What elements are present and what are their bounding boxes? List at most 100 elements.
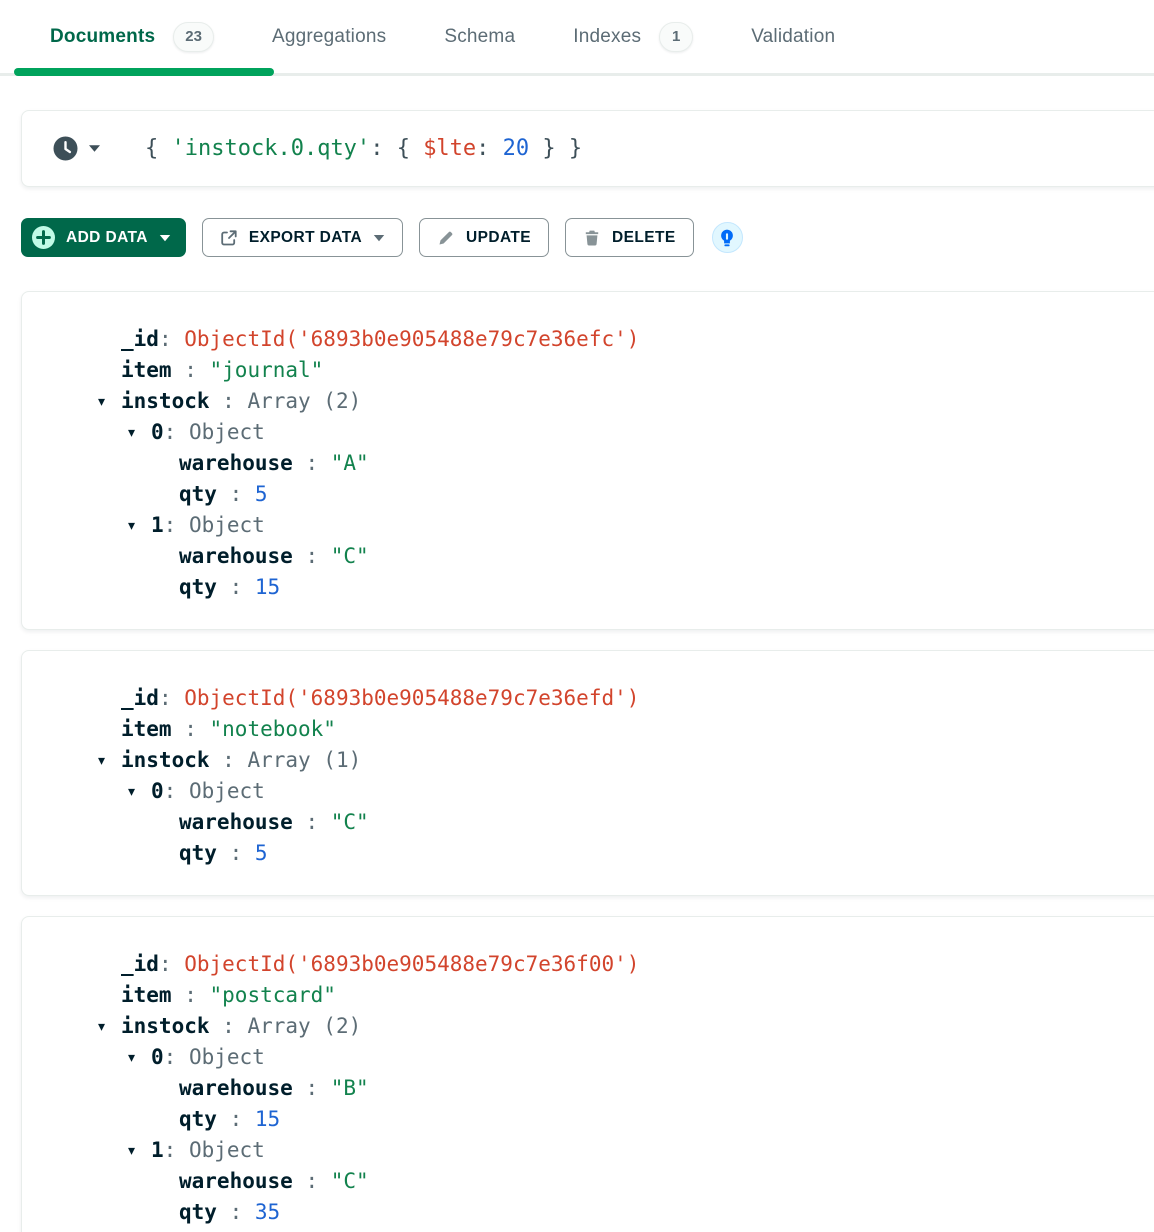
field-separator: :	[159, 686, 184, 710]
field-key: _id	[121, 686, 159, 710]
document-field-row: qty : 5	[22, 479, 1154, 510]
field-value-string: "C"	[331, 544, 369, 568]
documents-list: _id: ObjectId('6893b0e905488e79c7e36efc'…	[0, 291, 1154, 1232]
field-key: warehouse	[179, 1169, 293, 1193]
query-filter-input[interactable]: { 'instock.0.qty': { $lte: 20 } }	[145, 136, 582, 161]
export-data-button[interactable]: EXPORT DATA	[202, 218, 403, 257]
collapse-caret-icon[interactable]: ▾	[128, 510, 151, 541]
documents-toolbar: ADD DATA EXPORT DATA UPDATE	[21, 218, 1154, 257]
field-value-meta: Object	[189, 1045, 265, 1069]
tab-documents[interactable]: Documents 23	[50, 22, 214, 52]
collapse-caret-icon[interactable]: ▾	[128, 776, 151, 807]
tab-indexes[interactable]: Indexes 1	[573, 22, 693, 52]
document-field-row: warehouse : "C"	[22, 807, 1154, 838]
field-value-objectid: ObjectId('6893b0e905488e79c7e36f00')	[184, 952, 639, 976]
field-key: instock	[121, 748, 210, 772]
document-card[interactable]: _id: ObjectId('6893b0e905488e79c7e36efd'…	[21, 650, 1154, 896]
field-value-meta: Object	[189, 513, 265, 537]
field-separator: :	[172, 358, 210, 382]
document-field-row: _id: ObjectId('6893b0e905488e79c7e36efc'…	[22, 324, 1154, 355]
field-value-string: "A"	[331, 451, 369, 475]
add-data-button[interactable]: ADD DATA	[21, 218, 186, 257]
update-label: UPDATE	[466, 229, 531, 247]
document-field-row: _id: ObjectId('6893b0e905488e79c7e36f00'…	[22, 949, 1154, 980]
collapse-caret-icon[interactable]: ▾	[128, 1042, 151, 1073]
plus-circle-icon	[32, 226, 55, 249]
field-key: warehouse	[179, 1076, 293, 1100]
document-field-row: qty : 15	[22, 1104, 1154, 1135]
query-token-field: 'instock.0.qty'	[172, 136, 371, 161]
document-field-row: ▾0: Object	[22, 776, 1154, 807]
document-field-row: warehouse : "C"	[22, 541, 1154, 572]
field-key: 1	[151, 513, 164, 537]
indexes-count-badge: 1	[659, 22, 693, 52]
document-field-row: ▾0: Object	[22, 1042, 1154, 1073]
field-value-meta: Array (2)	[247, 1014, 361, 1038]
add-data-label: ADD DATA	[66, 229, 148, 247]
document-field-row: _id: ObjectId('6893b0e905488e79c7e36efd'…	[22, 683, 1154, 714]
field-key: item	[121, 717, 172, 741]
field-key: instock	[121, 389, 210, 413]
field-key: 0	[151, 1045, 164, 1069]
active-tab-underline	[14, 68, 274, 76]
tab-validation[interactable]: Validation	[751, 26, 835, 48]
collapse-caret-icon[interactable]: ▾	[98, 1011, 121, 1042]
query-bar[interactable]: { 'instock.0.qty': { $lte: 20 } }	[21, 110, 1154, 187]
field-separator: :	[172, 983, 210, 1007]
field-value-objectid: ObjectId('6893b0e905488e79c7e36efc')	[184, 327, 639, 351]
field-value-meta: Object	[189, 420, 265, 444]
update-button[interactable]: UPDATE	[419, 218, 549, 257]
field-key: qty	[179, 1200, 217, 1224]
collapse-caret-icon[interactable]: ▾	[128, 1135, 151, 1166]
field-separator: :	[217, 1107, 255, 1131]
chevron-down-icon	[373, 234, 385, 242]
field-key: _id	[121, 952, 159, 976]
field-key: item	[121, 358, 172, 382]
field-value-number: 15	[255, 575, 280, 599]
field-value-number: 5	[255, 841, 268, 865]
collection-tab-bar: Documents 23 Aggregations Schema Indexes…	[0, 0, 1154, 76]
tab-aggregations-label: Aggregations	[272, 26, 386, 48]
field-separator: :	[164, 779, 189, 803]
insights-bulb-button[interactable]	[712, 222, 743, 253]
document-field-row: ▾0: Object	[22, 417, 1154, 448]
document-field-row: ▾instock : Array (2)	[22, 386, 1154, 417]
tab-documents-label: Documents	[50, 26, 155, 48]
query-token: :	[476, 136, 503, 161]
document-field-row: warehouse : "C"	[22, 1166, 1154, 1197]
export-data-label: EXPORT DATA	[249, 229, 362, 247]
delete-button[interactable]: DELETE	[565, 218, 694, 257]
document-field-row: ▾instock : Array (1)	[22, 745, 1154, 776]
collapse-caret-icon[interactable]: ▾	[98, 386, 121, 417]
document-field-row: item : "notebook"	[22, 714, 1154, 745]
document-field-row: item : "journal"	[22, 355, 1154, 386]
field-value-meta: Object	[189, 1138, 265, 1162]
tab-validation-label: Validation	[751, 26, 835, 48]
tab-schema-label: Schema	[444, 26, 515, 48]
field-separator: :	[217, 575, 255, 599]
field-value-string: "postcard"	[210, 983, 336, 1007]
document-card[interactable]: _id: ObjectId('6893b0e905488e79c7e36efc'…	[21, 291, 1154, 630]
field-separator: :	[293, 544, 331, 568]
field-value-number: 35	[255, 1200, 280, 1224]
field-value-string: "C"	[331, 1169, 369, 1193]
trash-icon	[583, 229, 601, 247]
field-key: warehouse	[179, 544, 293, 568]
lightbulb-icon	[717, 228, 737, 248]
field-separator: :	[217, 482, 255, 506]
field-separator: :	[293, 451, 331, 475]
documents-count-badge: 23	[173, 22, 214, 52]
query-history-button[interactable]	[52, 135, 101, 162]
collapse-caret-icon[interactable]: ▾	[98, 745, 121, 776]
collapse-caret-icon[interactable]: ▾	[128, 417, 151, 448]
tab-aggregations[interactable]: Aggregations	[272, 26, 386, 48]
field-separator: :	[164, 1138, 189, 1162]
tab-schema[interactable]: Schema	[444, 26, 515, 48]
field-separator: :	[164, 420, 189, 444]
document-field-row: ▾instock : Array (2)	[22, 1011, 1154, 1042]
field-separator: :	[159, 327, 184, 351]
document-card[interactable]: _id: ObjectId('6893b0e905488e79c7e36f00'…	[21, 916, 1154, 1232]
field-separator: :	[210, 748, 248, 772]
document-field-row: ▾1: Object	[22, 510, 1154, 541]
query-token: } }	[529, 136, 582, 161]
